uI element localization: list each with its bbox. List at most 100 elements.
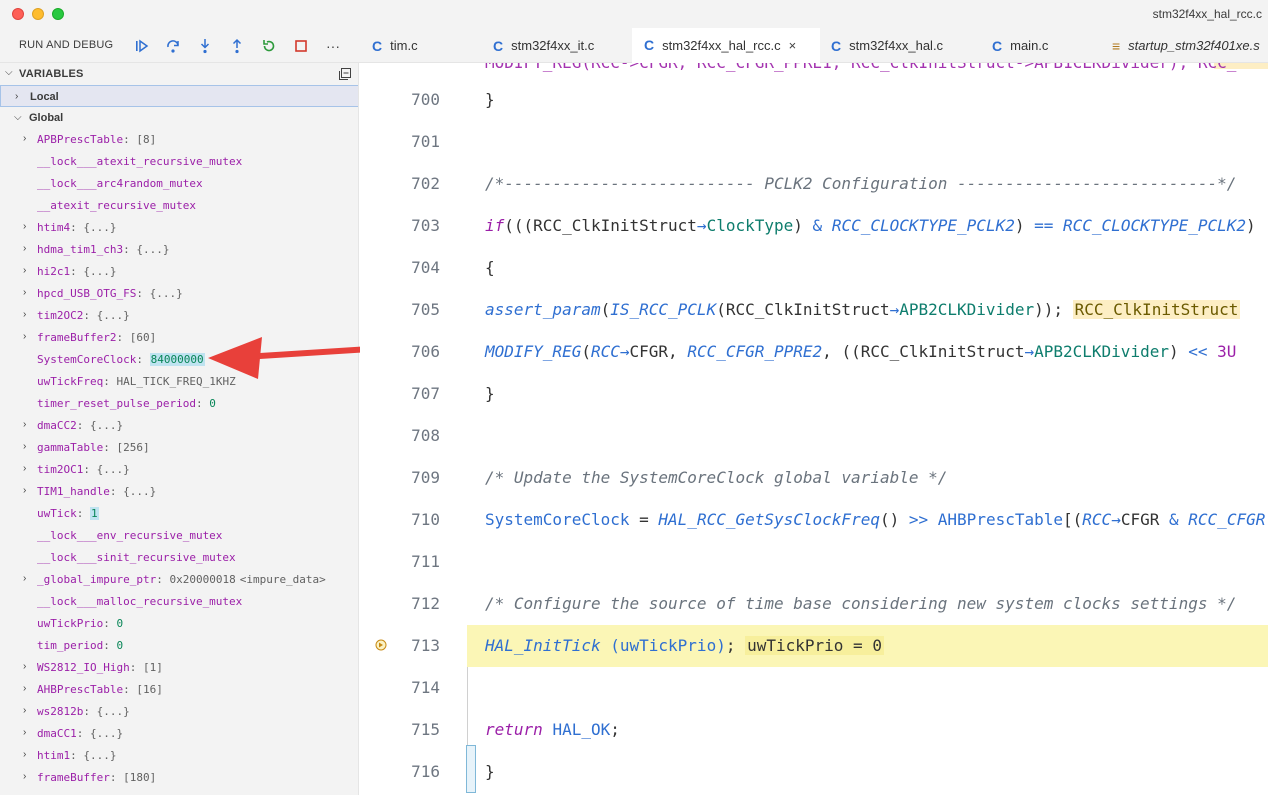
variable-row[interactable]: __lock___env_recursive_mutex [0,525,358,547]
line-number[interactable]: 714 [400,678,440,697]
code-line[interactable]: 703 if(((RCC_ClkInitStruct→ClockType) & R… [360,205,1268,247]
chevron-right-icon[interactable]: › [23,705,26,716]
line-number[interactable]: 708 [400,426,440,445]
variable-row[interactable]: __lock___arc4random_mutex [0,173,358,195]
stop-icon[interactable] [292,37,310,55]
variable-row[interactable]: › ws2812b: {...} [0,701,358,723]
variable-row[interactable]: › AHBPrescTable: [16] [0,679,358,701]
chevron-right-icon[interactable]: › [23,749,26,760]
line-number[interactable]: 705 [400,300,440,319]
restart-icon[interactable] [260,37,278,55]
variable-row[interactable]: › frameBuffer: [180] [0,767,358,789]
code-line[interactable]: 707} [360,373,1268,415]
code-line[interactable]: 709 /* Update the SystemCoreClock global … [360,457,1268,499]
chevron-right-icon[interactable]: › [23,463,26,474]
variable-row[interactable]: › hi2c1: {...} [0,261,358,283]
chevron-right-icon[interactable]: › [23,331,26,342]
chevron-right-icon[interactable]: › [23,221,26,232]
line-number[interactable]: 715 [400,720,440,739]
code-line[interactable]: 702 /*-------------------------- PCLK2 Co… [360,163,1268,205]
line-number[interactable]: 710 [400,510,440,529]
variable-row[interactable]: › htim4: {...} [0,217,358,239]
variable-row[interactable]: __atexit_recursive_mutex [0,195,358,217]
variable-row[interactable]: timer_reset_pulse_period: 0 [0,393,358,415]
variable-row[interactable]: uwTick: 1 [0,503,358,525]
maximize-window-button[interactable] [52,8,64,20]
chevron-right-icon[interactable]: › [23,309,26,320]
chevron-right-icon[interactable]: › [23,661,26,672]
tab-stm32f4xx-hal-c[interactable]: C stm32f4xx_hal.c [831,28,943,63]
code-editor[interactable]: MODIFY_REG(RCC->CFGR, RCC_CFGR_PPRE1, RC… [360,63,1268,795]
close-tab-icon[interactable]: × [789,38,797,53]
chevron-right-icon[interactable]: › [23,683,26,694]
line-number[interactable]: 700 [400,90,440,109]
more-actions-icon[interactable]: ··· [324,37,342,55]
line-number[interactable]: 713 [400,636,440,655]
line-number[interactable]: 701 [400,132,440,151]
close-window-button[interactable] [12,8,24,20]
code-line[interactable]: 710 SystemCoreClock = HAL_RCC_GetSysClock… [360,499,1268,541]
code-line[interactable]: 714 [360,667,1268,709]
line-number[interactable]: 703 [400,216,440,235]
code-line[interactable]: 705 assert_param(IS_RCC_PCLK(RCC_ClkInit… [360,289,1268,331]
variable-row[interactable]: › dmaCC1: {...} [0,723,358,745]
code-line[interactable]: 713 HAL_InitTick (uwTickPrio); uwTickPrio… [360,625,1268,667]
code-line[interactable]: 715 return HAL_OK; [360,709,1268,751]
variable-row[interactable]: __lock___atexit_recursive_mutex [0,151,358,173]
variable-row[interactable]: › WS2812_IO_High: [1] [0,657,358,679]
chevron-right-icon[interactable]: › [23,419,26,430]
variable-row[interactable]: › tim2OC1: {...} [0,459,358,481]
variable-row[interactable]: › TIM1_handle: {...} [0,481,358,503]
chevron-right-icon[interactable]: › [23,265,26,276]
variables-section-header[interactable]: ⌵ VARIABLES [0,63,358,85]
line-number[interactable]: 712 [400,594,440,613]
variable-row[interactable]: __lock___sinit_recursive_mutex [0,547,358,569]
chevron-right-icon[interactable]: › [23,243,26,254]
line-number[interactable]: 711 [400,552,440,571]
line-number[interactable]: 706 [400,342,440,361]
tab-startup-file[interactable]: ≡ startup_stm32f401xe.s [1112,28,1260,63]
tab-stm32f4xx-it-c[interactable]: C stm32f4xx_it.c [493,28,594,63]
variable-row[interactable]: uwTickPrio: 0 [0,613,358,635]
variable-row[interactable]: › _global_impure_ptr: 0x20000018 <impure_d… [0,569,358,591]
chevron-right-icon[interactable]: › [23,771,26,782]
continue-icon[interactable] [133,37,151,55]
scope-global[interactable]: ⌵ Global [0,107,358,129]
code-line[interactable]: 711 [360,541,1268,583]
code-line[interactable]: 700} [360,79,1268,121]
minimize-window-button[interactable] [32,8,44,20]
line-number[interactable]: 702 [400,174,440,193]
variable-row[interactable]: › htim1: {...} [0,745,358,767]
scope-local[interactable]: › Local [0,85,358,107]
variable-row[interactable]: › hdma_tim1_ch3: {...} [0,239,358,261]
code-line[interactable]: 704 { [360,247,1268,289]
variable-row[interactable]: › gammaTable: [256] [0,437,358,459]
code-line[interactable]: 716} [360,751,1268,793]
chevron-right-icon[interactable]: › [23,287,26,298]
tab-tim-c[interactable]: C tim.c [372,28,418,63]
tab-main-c[interactable]: C main.c [992,28,1048,63]
variable-row[interactable]: › tim2OC2: {...} [0,305,358,327]
line-number[interactable]: 709 [400,468,440,487]
code-line[interactable]: 712 /* Configure the source of time base … [360,583,1268,625]
chevron-right-icon[interactable]: › [23,133,26,144]
variable-row[interactable]: › hpcd_USB_OTG_FS: {...} [0,283,358,305]
collapse-all-icon[interactable] [338,67,352,81]
step-into-icon[interactable] [196,37,214,55]
code-line[interactable]: 706 MODIFY_REG(RCC→CFGR, RCC_CFGR_PPRE2,… [360,331,1268,373]
line-number[interactable]: 707 [400,384,440,403]
variable-row[interactable]: tim_period: 0 [0,635,358,657]
variable-row[interactable]: › dmaCC2: {...} [0,415,358,437]
tab-stm32f4xx-hal-rcc-c[interactable]: C stm32f4xx_hal_rcc.c × [632,28,820,63]
variable-row[interactable]: › APBPrescTable: [8] [0,129,358,151]
chevron-right-icon[interactable]: › [23,727,26,738]
chevron-right-icon[interactable]: › [23,485,26,496]
line-number[interactable]: 716 [400,762,440,781]
code-line[interactable]: 701 [360,121,1268,163]
chevron-right-icon[interactable]: › [23,573,26,584]
step-out-icon[interactable] [228,37,246,55]
code-line[interactable]: 708 [360,415,1268,457]
line-number[interactable]: 704 [400,258,440,277]
step-over-icon[interactable] [164,37,182,55]
variable-row[interactable]: __lock___malloc_recursive_mutex [0,591,358,613]
